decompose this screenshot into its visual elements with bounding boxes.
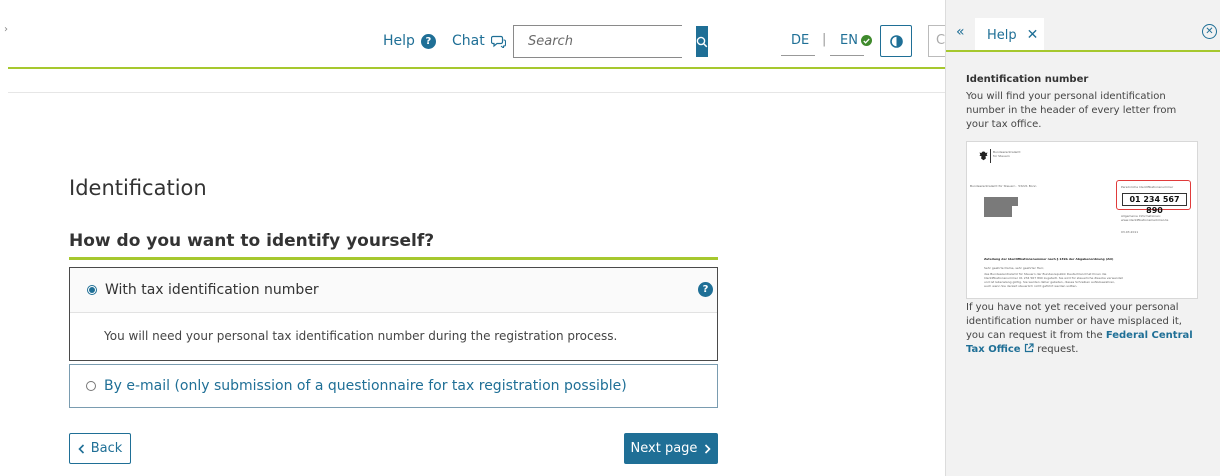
language-en[interactable]: EN	[840, 33, 872, 48]
help-text-request-part2: request.	[1034, 344, 1079, 355]
next-page-button-label: Next page	[630, 441, 698, 456]
option-tax-id-label: With tax identification number	[105, 282, 319, 298]
chevron-left-icon	[78, 443, 84, 454]
back-button-label: Back	[90, 441, 123, 456]
double-chevron-left-icon[interactable]: «	[956, 24, 965, 40]
letter-salutation: Sehr geehrte Dame, sehr geehrter Herr,	[984, 266, 1045, 270]
help-tab-label: Help	[987, 27, 1017, 43]
letter-body-4: auch wenn Sie derzeit steuerlich nicht g…	[984, 284, 1078, 288]
help-panel: « Help ✕ ✕ Identification number You wil…	[945, 0, 1220, 476]
header-accent-rule	[8, 67, 945, 69]
contrast-toggle-button[interactable]	[880, 25, 912, 57]
language-separator: |	[822, 32, 827, 47]
letter-return-address: Bundeszentralamt für Steuern · 53221 Bon…	[970, 184, 1037, 188]
letter-date: 03.03.2011	[1121, 230, 1139, 234]
option-help-icon[interactable]: ?	[698, 282, 713, 297]
edge-fragment: ›	[4, 24, 8, 35]
chat-link[interactable]: Chat	[452, 33, 506, 49]
help-heading: Identification number	[966, 74, 1089, 85]
close-icon[interactable]: ✕	[1027, 27, 1039, 43]
option-email-label: By e-mail (only submission of a question…	[104, 378, 627, 394]
letter-subject: Zuteilung der Identifikationsnummer nach…	[984, 257, 1114, 261]
magnifier-icon	[696, 36, 708, 47]
chat-link-label: Chat	[452, 33, 485, 49]
letter-info-2: www.identifikationsmerkmal.de	[1121, 218, 1169, 222]
language-de-underline	[781, 55, 815, 56]
option-tax-id-description: You will need your personal tax identifi…	[104, 329, 618, 343]
identification-question: How do you want to identify yourself?	[69, 231, 435, 251]
federal-eagle-icon	[979, 151, 988, 161]
external-link-icon	[1024, 343, 1034, 353]
help-tab[interactable]: Help ✕	[975, 18, 1044, 52]
sample-letter-image: Bundeszentralamt für Steuern Bundeszentr…	[966, 141, 1198, 299]
radio-email[interactable]	[86, 381, 96, 391]
chevron-right-icon	[705, 443, 712, 454]
help-text-intro: You will find your personal identificati…	[966, 91, 1177, 130]
search-box	[513, 25, 708, 58]
letter-id-number: 01 234 567 890	[1122, 193, 1187, 215]
chat-bubble-icon	[490, 35, 506, 48]
option-tax-id-header[interactable]: With tax identification number	[70, 268, 717, 313]
language-de[interactable]: DE	[791, 33, 809, 48]
option-tax-id: With tax identification number ? You wil…	[69, 267, 718, 361]
help-link-label: Help	[383, 33, 415, 49]
letter-id-caption: Persönliche Identifikationsnummer	[1121, 185, 1174, 189]
check-circle-icon	[860, 35, 872, 46]
search-button[interactable]	[696, 26, 708, 57]
help-panel-tabbar: « Help ✕ ✕	[946, 0, 1220, 52]
close-circle-icon[interactable]: ✕	[1202, 24, 1217, 39]
back-button[interactable]: Back	[69, 433, 131, 464]
language-en-label: EN	[840, 33, 858, 48]
contrast-icon	[889, 34, 903, 48]
option-email[interactable]: By e-mail (only submission of a question…	[69, 364, 718, 408]
question-circle-icon: ?	[420, 33, 436, 49]
help-panel-accent-rule	[946, 50, 1220, 52]
language-en-underline	[830, 55, 864, 56]
help-link[interactable]: Help ?	[383, 33, 436, 49]
help-text-request: If you have not yet received your person…	[966, 301, 1196, 357]
radio-tax-id[interactable]	[87, 285, 97, 295]
id-number-highlight: Persönliche Identifikationsnummer 01 234…	[1116, 180, 1191, 215]
search-input[interactable]	[514, 26, 696, 57]
next-page-button[interactable]: Next page	[624, 433, 718, 464]
page-title: Identification	[69, 176, 207, 200]
subheader-divider	[8, 92, 945, 93]
top-header: › Help ? Chat DE | EN	[0, 0, 958, 70]
letter-sender-2: für Steuern	[993, 154, 1010, 158]
question-accent-rule	[69, 257, 718, 260]
